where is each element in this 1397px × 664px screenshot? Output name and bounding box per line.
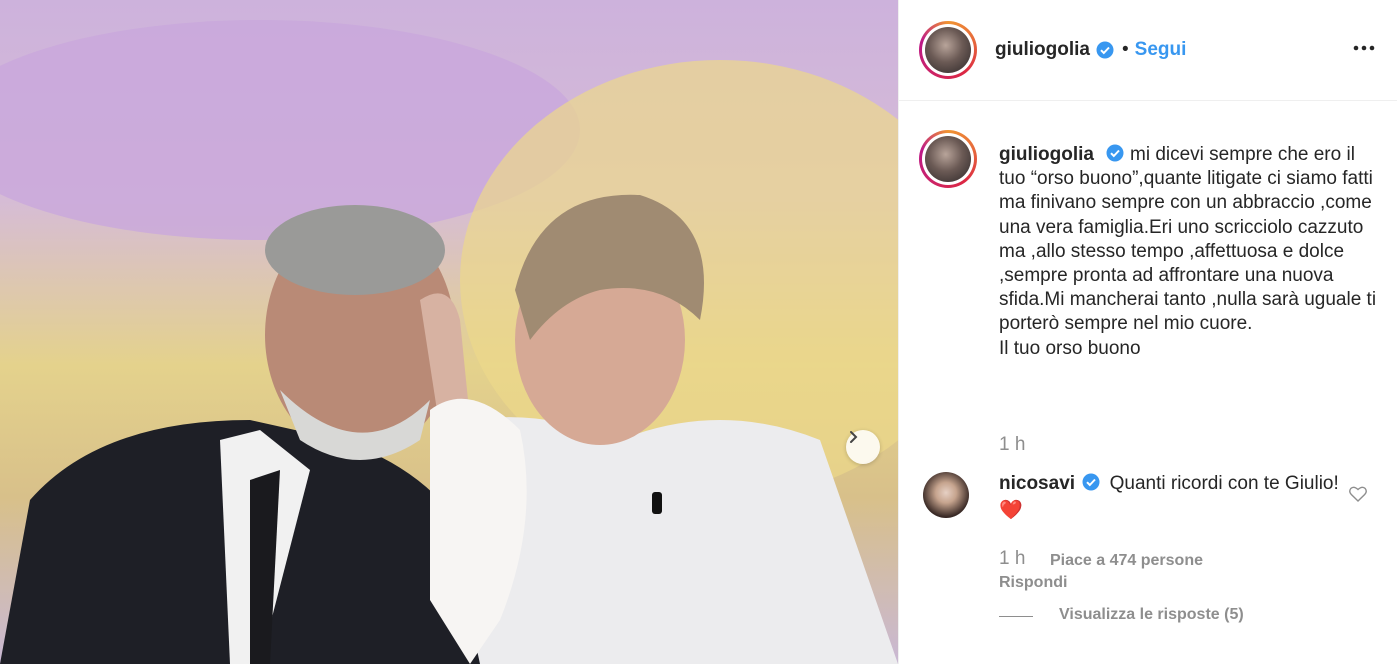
comment-text: nicosavi Quanti ricordi con te Giulio! ❤…: [999, 470, 1339, 524]
like-comment-button[interactable]: [1349, 486, 1367, 507]
author-username[interactable]: giuliogolia: [995, 39, 1090, 61]
heart-emoji: ❤️: [999, 500, 1023, 521]
separator-dot: •: [1122, 39, 1129, 60]
commenter-username[interactable]: nicosavi: [999, 473, 1075, 494]
comment-body: Quanti ricordi con te Giulio!: [1109, 473, 1339, 494]
comment-likes[interactable]: Piace a 474 persone: [1050, 552, 1203, 570]
post-photo-illustration: [0, 20, 898, 664]
caption-text: giuliogolia mi dicevi sempre che ero il t…: [999, 143, 1379, 361]
post-photo[interactable]: [0, 0, 898, 664]
commenter-avatar[interactable]: [923, 472, 969, 518]
comment-time: 1 h: [999, 548, 1026, 569]
caption-signature: Il tuo orso buono: [999, 337, 1141, 359]
caption-time: 1 h: [999, 434, 1026, 455]
next-photo-button[interactable]: [846, 430, 880, 464]
caption-body: mi dicevi sempre che ero il tuo “orso bu…: [999, 144, 1377, 335]
author-info: giuliogolia • Segui: [995, 39, 1186, 61]
more-options-icon[interactable]: [1353, 38, 1375, 56]
verified-badge-icon: [1096, 41, 1114, 59]
verified-badge-icon: [1082, 473, 1100, 491]
view-replies-button[interactable]: Visualizza le risposte (5): [1059, 606, 1244, 624]
post-header: giuliogolia • Segui: [899, 0, 1397, 101]
comment: nicosavi Quanti ricordi con te Giulio! ❤…: [919, 470, 1379, 524]
replies-divider: [999, 616, 1033, 617]
caption-avatar[interactable]: [919, 130, 977, 188]
author-avatar[interactable]: [919, 21, 977, 79]
caption-username[interactable]: giuliogolia: [999, 144, 1094, 165]
post-side-panel: giuliogolia • Segui giuliogolia mi dicevi…: [898, 0, 1397, 664]
heart-outline-icon: [1349, 486, 1367, 502]
follow-button[interactable]: Segui: [1135, 39, 1187, 61]
post-caption: giuliogolia mi dicevi sempre che ero il t…: [919, 130, 1379, 361]
chevron-right-icon: [850, 431, 858, 443]
verified-badge-icon: [1106, 144, 1124, 162]
reply-button[interactable]: Rispondi: [999, 574, 1067, 592]
